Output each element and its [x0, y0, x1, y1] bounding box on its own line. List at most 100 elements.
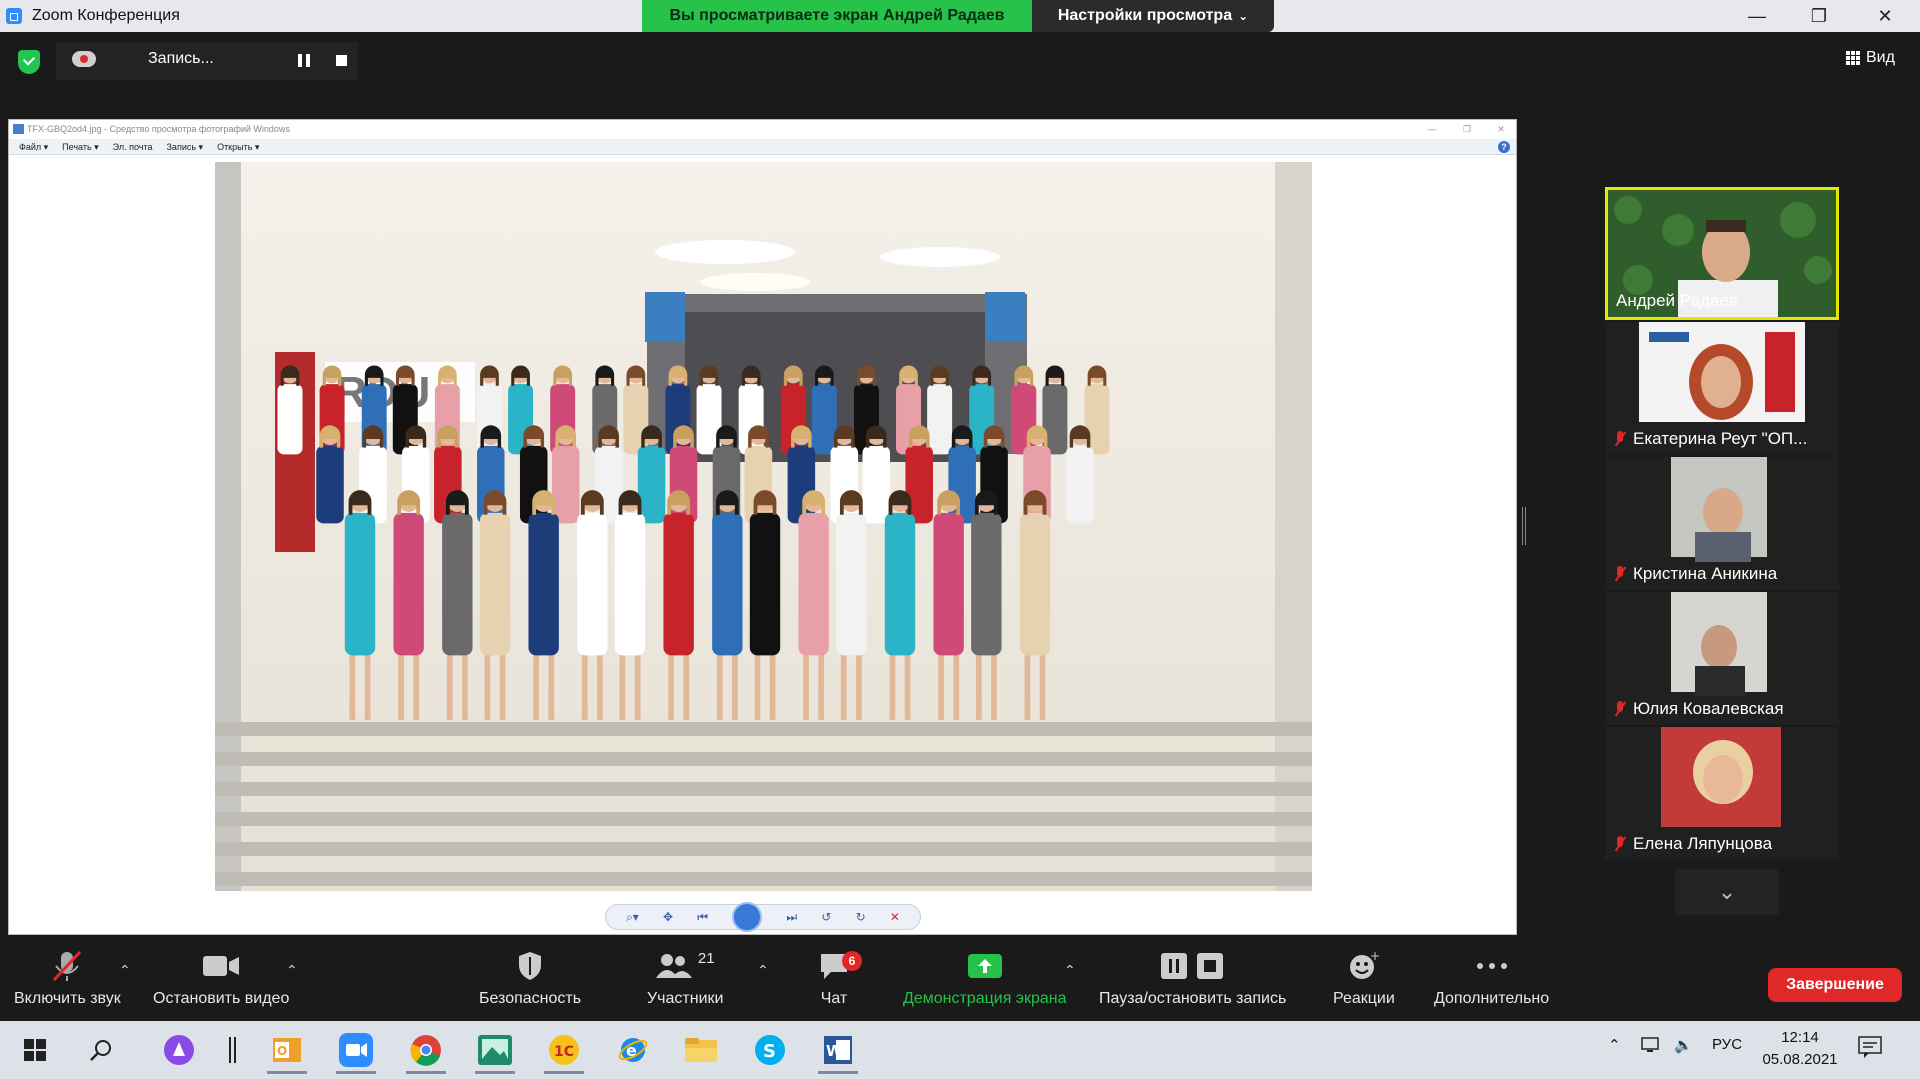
- zoom-icon: ⌕▾: [626, 909, 639, 924]
- windows-start-icon[interactable]: [10, 1026, 60, 1074]
- photo-viewer-icon: [13, 124, 24, 134]
- search-icon[interactable]: [76, 1026, 126, 1074]
- chevron-down-icon: ⌄: [1238, 9, 1249, 23]
- participants-label: Участники: [647, 990, 724, 1007]
- svg-text:W: W: [826, 1042, 843, 1060]
- gallery-scroll-down-button[interactable]: ⌄: [1675, 869, 1779, 915]
- audio-options-caret[interactable]: ⌃: [119, 962, 131, 979]
- svg-text:O: O: [277, 1044, 287, 1058]
- participant-tile[interactable]: Кристина Аникина: [1605, 457, 1839, 590]
- more-dots-icon: [1476, 950, 1508, 982]
- viewer-menu-file: Файл ▾: [19, 142, 49, 152]
- slideshow-icon: [732, 902, 763, 932]
- word-icon[interactable]: W: [813, 1026, 863, 1074]
- reactions-button[interactable]: + Реакции: [1333, 950, 1395, 1008]
- help-icon: ?: [1498, 141, 1510, 153]
- shield-icon: [517, 950, 543, 982]
- participant-tile[interactable]: Андрей Радаев: [1605, 187, 1839, 320]
- participant-name: Екатерина Реут "ОП...: [1613, 429, 1807, 449]
- zoom-taskbar-icon[interactable]: [331, 1026, 381, 1074]
- resize-divider[interactable]: [1522, 507, 1526, 545]
- participant-tile[interactable]: Елена Ляпунцова: [1605, 727, 1839, 860]
- viewer-title: TFX-GBQ2od4.jpg - Средство просмотра фот…: [9, 120, 1516, 138]
- viewer-menu-email: Эл. почта: [112, 142, 153, 152]
- grid-icon: [1846, 51, 1860, 65]
- 1c-app-icon[interactable]: 1С: [539, 1026, 589, 1074]
- participants-options-caret[interactable]: ⌃: [757, 962, 769, 979]
- outlook-icon[interactable]: O: [262, 1026, 312, 1074]
- video-options-caret[interactable]: ⌃: [286, 962, 298, 979]
- muted-microphone-icon: [50, 950, 84, 982]
- svg-text:1С: 1С: [554, 1044, 574, 1060]
- maximize-button[interactable]: ❐: [1788, 0, 1850, 32]
- task-view-icon[interactable]: [208, 1026, 258, 1074]
- viewer-menu-bar: Файл ▾ Печать ▾ Эл. почта Запись ▾ Откры…: [9, 139, 1516, 155]
- notifications-icon[interactable]: [1858, 1036, 1882, 1063]
- more-button[interactable]: Дополнительно: [1434, 950, 1549, 1008]
- internet-explorer-icon[interactable]: e: [608, 1026, 658, 1074]
- skype-icon[interactable]: S: [745, 1026, 795, 1074]
- fit-icon: ✥: [663, 910, 674, 924]
- delete-icon: ✕: [889, 910, 900, 924]
- clock-date: 05.08.2021: [1762, 1051, 1838, 1068]
- close-button[interactable]: ✕: [1854, 0, 1916, 32]
- minimize-button[interactable]: —: [1726, 0, 1788, 32]
- view-label: Вид: [1866, 49, 1895, 66]
- view-button[interactable]: Вид: [1846, 49, 1895, 67]
- network-icon[interactable]: [1640, 1036, 1662, 1058]
- participants-count: 21: [697, 950, 715, 967]
- share-banner: Вы просматриваете экран Андрей Радаев: [642, 0, 1032, 32]
- muted-mic-icon: [1613, 836, 1627, 852]
- assistant-icon[interactable]: [154, 1026, 204, 1074]
- file-explorer-icon[interactable]: [676, 1026, 726, 1074]
- chevron-down-icon: ⌄: [1717, 879, 1737, 904]
- window-title: Zoom Конференция: [32, 7, 180, 24]
- clock-time: 12:14: [1781, 1029, 1819, 1046]
- reactions-label: Реакции: [1333, 990, 1395, 1007]
- security-shield-icon[interactable]: [18, 50, 40, 74]
- security-label: Безопасность: [479, 990, 582, 1007]
- viewer-menu-open: Открыть ▾: [217, 142, 260, 152]
- security-button[interactable]: Безопасность: [479, 950, 581, 1008]
- participant-name: Кристина Аникина: [1613, 564, 1777, 584]
- show-hidden-icons-chevron-icon[interactable]: ⌃: [1608, 1036, 1621, 1054]
- muted-mic-icon: [1613, 701, 1627, 717]
- pause-stop-icons: [1160, 950, 1225, 982]
- unmute-label: Включить звук: [14, 990, 121, 1007]
- photos-app-icon[interactable]: [470, 1026, 520, 1074]
- muted-mic-icon: [1613, 431, 1627, 447]
- end-meeting-button[interactable]: Завершение: [1768, 968, 1902, 1002]
- participants-button[interactable]: 21 Участники: [647, 950, 723, 1008]
- viewer-toolbar: ⌕▾ ✥ ⏮ ⏭ ↺ ↻ ✕: [605, 902, 921, 932]
- viewer-close-icon: ✕: [1497, 124, 1505, 134]
- svg-text:+: +: [1370, 951, 1380, 963]
- share-options-caret[interactable]: ⌃: [1064, 962, 1076, 979]
- language-indicator[interactable]: РУС: [1712, 1036, 1742, 1053]
- next-icon: ⏭: [786, 909, 798, 924]
- share-screen-button[interactable]: Демонстрация экрана: [903, 950, 1067, 1008]
- stop-video-button[interactable]: Остановить видео: [153, 950, 289, 1008]
- volume-icon[interactable]: 🔈: [1674, 1036, 1693, 1054]
- previous-icon: ⏮: [697, 909, 709, 924]
- stop-record-icon[interactable]: [336, 55, 347, 66]
- unmute-button[interactable]: Включить звук: [14, 950, 121, 1008]
- rotate-left-icon: ↺: [821, 910, 832, 924]
- recording-label: Запись...: [148, 50, 214, 67]
- view-settings-button[interactable]: Настройки просмотра ⌄: [1032, 0, 1274, 32]
- viewer-minimize-icon: —: [1427, 124, 1437, 134]
- pause-stop-recording-button[interactable]: Пауза/остановить запись: [1099, 950, 1286, 1008]
- group-photo-illustration: RDU: [215, 162, 1312, 891]
- muted-mic-icon: [1613, 566, 1627, 582]
- reaction-smiley-icon: +: [1348, 950, 1380, 982]
- participant-tile[interactable]: Юлия Ковалевская: [1605, 592, 1839, 725]
- participant-tile[interactable]: Екатерина Реут "ОП...: [1605, 322, 1839, 455]
- share-screen-icon: [967, 950, 1002, 982]
- pause-record-icon[interactable]: [298, 54, 310, 67]
- chrome-icon[interactable]: [401, 1026, 451, 1074]
- system-clock[interactable]: 12:14 05.08.2021: [1760, 1027, 1840, 1071]
- group-photo: RDU: [215, 162, 1312, 891]
- participant-name: Андрей Радаев: [1616, 291, 1738, 310]
- window-title-bar: Zoom Конференция Вы просматриваете экран…: [0, 0, 1920, 32]
- svg-text:S: S: [763, 1041, 776, 1062]
- participants-icon: 21: [655, 950, 715, 982]
